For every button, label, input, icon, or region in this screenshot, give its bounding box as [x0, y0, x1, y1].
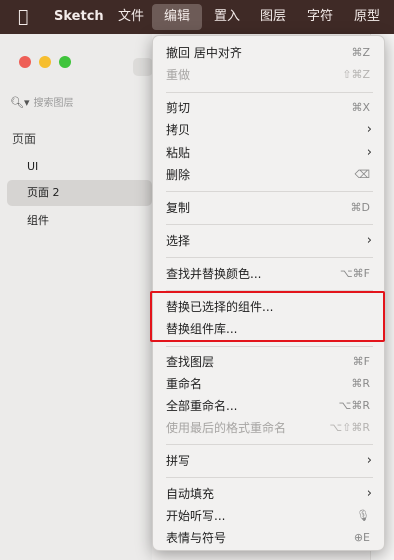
menu-item-find-replace-color[interactable]: 查找并替换颜色... ⌥⌘F [153, 263, 384, 285]
zoom-window-button[interactable] [59, 56, 71, 68]
menu-item-delete[interactable]: 删除 ⌫ [153, 164, 384, 186]
menu-item-spelling[interactable]: 拼写 › [153, 450, 384, 472]
search-placeholder: 搜索图层 [33, 98, 74, 109]
menu-file[interactable]: 文件 [118, 0, 144, 34]
layer-search-input[interactable]: 🔍︎▾ 搜索图层 [10, 94, 150, 112]
apple-icon[interactable]:  [18, 0, 38, 34]
menu-item-find-layer[interactable]: 查找图层 ⌘F [153, 351, 384, 373]
menu-item-paste[interactable]: 粘贴 › [153, 142, 384, 164]
menu-separator [166, 477, 373, 478]
menu-separator [166, 92, 373, 93]
chevron-right-icon: › [366, 233, 372, 248]
menu-item-emoji-symbols[interactable]: 表情与符号 ⊕E [153, 527, 384, 549]
page-item-components[interactable]: 组件 [7, 208, 152, 234]
chevron-right-icon: › [366, 145, 372, 160]
menu-separator [166, 191, 373, 192]
menu-layer[interactable]: 图层 [260, 0, 286, 34]
toolbar-button[interactable] [133, 58, 153, 76]
menu-item-rename-all[interactable]: 全部重命名... ⌥⌘R [153, 395, 384, 417]
menu-item-undo[interactable]: 撤回 居中对齐 ⌘Z [153, 42, 384, 64]
search-icon: 🔍︎▾ [10, 96, 30, 109]
chevron-right-icon: › [366, 486, 372, 501]
menu-item-copy[interactable]: 拷贝 › [153, 119, 384, 141]
menu-item-rename[interactable]: 重命名 ⌘R [153, 373, 384, 395]
app-menu-sketch[interactable]: Sketch [54, 0, 104, 34]
menu-item-cut[interactable]: 剪切 ⌘X [153, 97, 384, 119]
menu-item-autofill[interactable]: 自动填充 › [153, 483, 384, 505]
minimize-window-button[interactable] [39, 56, 51, 68]
menu-separator [166, 257, 373, 258]
menu-separator [166, 444, 373, 445]
chevron-right-icon: › [366, 453, 372, 468]
globe-icon: ⊕E [353, 531, 370, 544]
sidebar: 🔍︎▾ 搜索图层 页面 UI 页面 2 组件 [0, 34, 152, 560]
menu-separator [166, 346, 373, 347]
pages-section-title: 页面 [12, 132, 37, 146]
menu-bar:  Sketch 文件 编辑 置入 图层 字符 原型 [0, 0, 394, 34]
menu-insert[interactable]: 置入 [214, 0, 240, 34]
menu-item-redo: 重做 ⇧⌘Z [166, 68, 370, 82]
menu-separator [166, 224, 373, 225]
delete-key-icon: ⌫ [354, 168, 370, 181]
microphone-icon: 🎙 [356, 509, 370, 522]
chevron-right-icon: › [366, 122, 372, 137]
menu-item-start-dictation[interactable]: 开始听写... 🎙 [153, 505, 384, 527]
menu-edit[interactable]: 编辑 [152, 4, 203, 30]
menu-item-rename-last-format: 使用最后的格式重命名 ⌥⇧⌘R [166, 421, 370, 435]
highlight-box [150, 291, 385, 342]
menu-item-duplicate[interactable]: 复制 ⌘D [153, 197, 384, 219]
close-window-button[interactable] [19, 56, 31, 68]
page-item-ui[interactable]: UI [7, 154, 152, 180]
menu-text[interactable]: 字符 [307, 0, 333, 34]
menu-item-select[interactable]: 选择 › [153, 230, 384, 252]
page-item-page-2[interactable]: 页面 2 [7, 180, 152, 206]
menu-prototype[interactable]: 原型 [354, 0, 380, 34]
